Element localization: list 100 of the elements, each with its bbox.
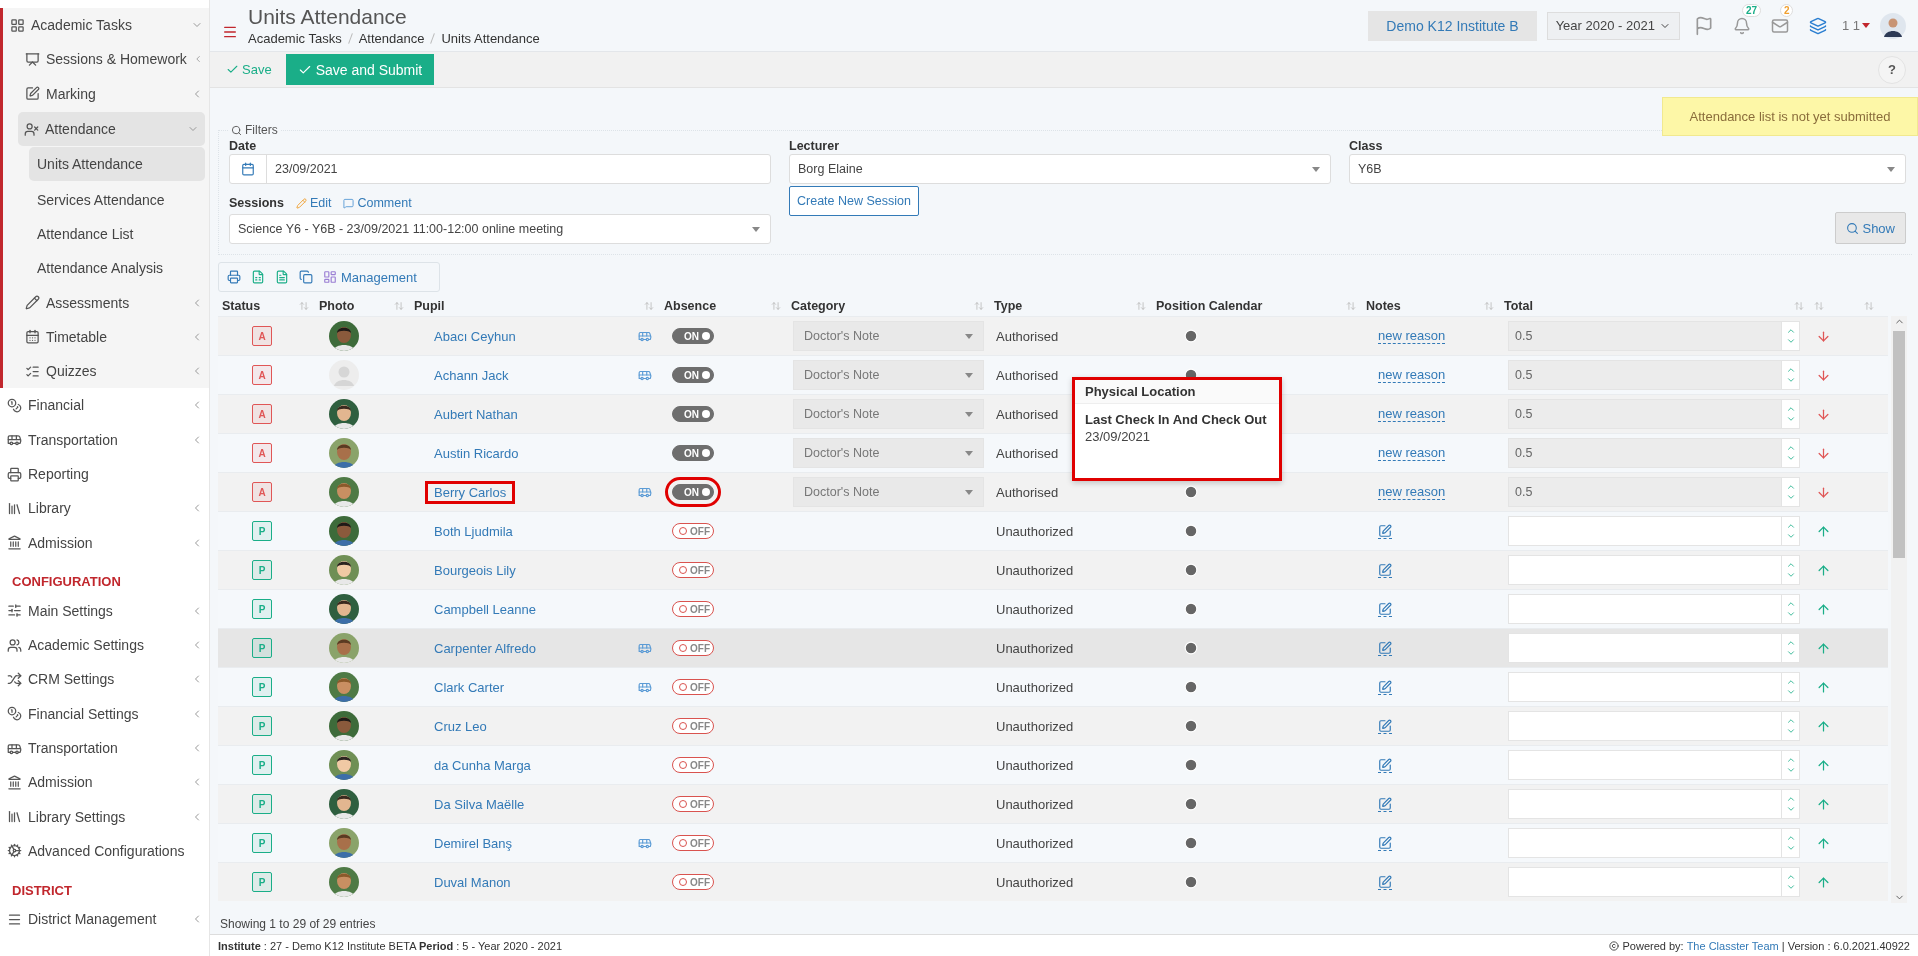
increment-icon[interactable] bbox=[1785, 521, 1796, 531]
arrow-down-icon[interactable] bbox=[1816, 484, 1831, 500]
edit-icon[interactable] bbox=[1378, 601, 1392, 616]
arrow-down-icon[interactable] bbox=[1816, 445, 1831, 461]
total-field[interactable] bbox=[1508, 789, 1800, 819]
clock-icon[interactable] bbox=[1184, 836, 1198, 850]
column-header[interactable]: Notes bbox=[1366, 299, 1401, 313]
increment-icon[interactable] bbox=[1785, 833, 1796, 843]
sidebar-item[interactable]: Quizzes bbox=[3, 353, 209, 389]
layers-icon[interactable] bbox=[1808, 16, 1827, 35]
absence-toggle[interactable]: OFF bbox=[672, 874, 714, 890]
increment-icon[interactable] bbox=[1785, 716, 1796, 726]
bell-icon[interactable] bbox=[1732, 16, 1751, 35]
arrow-down-icon[interactable] bbox=[1816, 367, 1831, 383]
column-header[interactable]: Photo bbox=[319, 299, 355, 313]
pupil-link[interactable]: Bourgeois Lily bbox=[428, 561, 522, 579]
sidebar-item[interactable]: District Management bbox=[0, 902, 209, 937]
decrement-icon[interactable] bbox=[1785, 531, 1796, 541]
sidebar-item[interactable]: Services Attendance bbox=[3, 182, 209, 217]
lecturer-select[interactable]: Borg Elaine bbox=[789, 154, 1331, 184]
date-field[interactable]: 23/09/2021 bbox=[229, 154, 771, 184]
sort-icon[interactable] bbox=[1794, 301, 1804, 311]
copy-icon[interactable] bbox=[299, 270, 313, 284]
decrement-icon[interactable] bbox=[1785, 804, 1796, 814]
sidebar-item[interactable]: Financial bbox=[0, 388, 209, 423]
sidebar-item[interactable]: CRM Settings bbox=[0, 662, 209, 697]
clock-icon[interactable] bbox=[1184, 563, 1198, 577]
total-field[interactable]: 0.5 bbox=[1508, 360, 1800, 390]
sort-icon[interactable] bbox=[1814, 301, 1824, 311]
clock-icon[interactable] bbox=[1184, 875, 1198, 889]
increment-icon[interactable] bbox=[1785, 560, 1796, 570]
sort-icon[interactable] bbox=[974, 301, 984, 311]
column-header[interactable]: Position Calendar bbox=[1156, 299, 1263, 313]
total-field[interactable] bbox=[1508, 750, 1800, 780]
increment-icon[interactable] bbox=[1785, 482, 1796, 492]
pupil-link[interactable]: Both Ljudmila bbox=[428, 522, 519, 540]
pupil-link[interactable]: Da Silva Maëlle bbox=[428, 795, 531, 813]
new-reason-link[interactable]: new reason bbox=[1378, 484, 1446, 500]
scrollbar[interactable] bbox=[1891, 316, 1907, 903]
clock-icon[interactable] bbox=[1184, 524, 1198, 538]
category-select[interactable]: Doctor's Note bbox=[793, 321, 984, 351]
decrement-icon[interactable] bbox=[1785, 726, 1796, 736]
increment-icon[interactable] bbox=[1785, 755, 1796, 765]
increment-icon[interactable] bbox=[1785, 404, 1796, 414]
sort-icon[interactable] bbox=[771, 301, 781, 311]
pupil-link[interactable]: Carpenter Alfredo bbox=[428, 639, 542, 657]
pupil-link[interactable]: Clark Carter bbox=[428, 678, 511, 696]
breadcrumb-link[interactable]: Units Attendance bbox=[441, 31, 540, 46]
increment-icon[interactable] bbox=[1785, 677, 1796, 687]
total-field[interactable] bbox=[1508, 672, 1800, 702]
arrow-down-icon[interactable] bbox=[1816, 328, 1831, 344]
category-select[interactable]: Doctor's Note bbox=[793, 438, 984, 468]
column-header[interactable]: Category bbox=[791, 299, 846, 313]
scrollbar-thumb[interactable] bbox=[1893, 331, 1905, 558]
breadcrumb-link[interactable]: Attendance bbox=[358, 31, 425, 46]
sort-icon[interactable] bbox=[644, 301, 654, 311]
pupil-link[interactable]: Duval Manon bbox=[428, 873, 517, 891]
edit-icon[interactable] bbox=[1378, 757, 1392, 772]
absence-toggle[interactable]: ON bbox=[672, 406, 714, 422]
sidebar-item[interactable]: Financial Settings bbox=[0, 696, 209, 731]
total-field[interactable] bbox=[1508, 633, 1800, 663]
class-select[interactable]: Y6B bbox=[1349, 154, 1906, 184]
create-new-session-button[interactable]: Create New Session bbox=[789, 186, 919, 216]
show-button[interactable]: Show bbox=[1835, 212, 1906, 244]
edit-icon[interactable] bbox=[1378, 640, 1392, 655]
total-field[interactable]: 0.5 bbox=[1508, 321, 1800, 351]
total-field[interactable] bbox=[1508, 594, 1800, 624]
absence-toggle[interactable]: ON bbox=[672, 328, 714, 344]
help-button[interactable]: ? bbox=[1878, 55, 1906, 84]
absence-toggle[interactable]: OFF bbox=[672, 640, 714, 656]
institute-button[interactable]: Demo K12 Institute B bbox=[1368, 10, 1537, 41]
absence-toggle[interactable]: ON bbox=[672, 445, 714, 461]
column-header[interactable]: Type bbox=[994, 299, 1023, 313]
sidebar-item[interactable]: Admission bbox=[0, 525, 209, 560]
sidebar-item[interactable]: Library bbox=[0, 491, 209, 526]
edit-icon[interactable] bbox=[1378, 679, 1392, 694]
decrement-icon[interactable] bbox=[1785, 882, 1796, 892]
clock-icon[interactable] bbox=[1184, 641, 1198, 655]
absence-toggle[interactable]: OFF bbox=[672, 562, 714, 578]
absence-toggle[interactable]: ON bbox=[672, 367, 714, 383]
absence-toggle[interactable]: OFF bbox=[672, 835, 714, 851]
edit-icon[interactable] bbox=[1378, 874, 1392, 889]
column-header[interactable]: Pupil bbox=[414, 299, 445, 313]
sort-icon[interactable] bbox=[299, 301, 309, 311]
sidebar-item[interactable]: Reporting bbox=[0, 456, 209, 492]
sidebar-item[interactable]: Transportation bbox=[0, 730, 209, 766]
sidebar-item[interactable]: Academic Tasks bbox=[3, 8, 209, 43]
increment-icon[interactable] bbox=[1785, 365, 1796, 375]
total-field[interactable] bbox=[1508, 555, 1800, 585]
edit-icon[interactable] bbox=[1378, 718, 1392, 733]
absence-toggle[interactable]: OFF bbox=[672, 757, 714, 773]
decrement-icon[interactable] bbox=[1785, 570, 1796, 580]
sidebar-item[interactable]: Attendance bbox=[18, 111, 205, 147]
total-field[interactable]: 0.5 bbox=[1508, 477, 1800, 507]
sidebar-item[interactable]: Attendance Analysis bbox=[3, 251, 209, 286]
breadcrumb-link[interactable]: Academic Tasks bbox=[248, 31, 342, 46]
category-select[interactable]: Doctor's Note bbox=[793, 399, 984, 429]
pupil-link[interactable]: Demirel Banş bbox=[428, 834, 519, 852]
clock-icon[interactable] bbox=[1184, 485, 1198, 499]
spreadsheet-icon[interactable] bbox=[251, 270, 265, 284]
